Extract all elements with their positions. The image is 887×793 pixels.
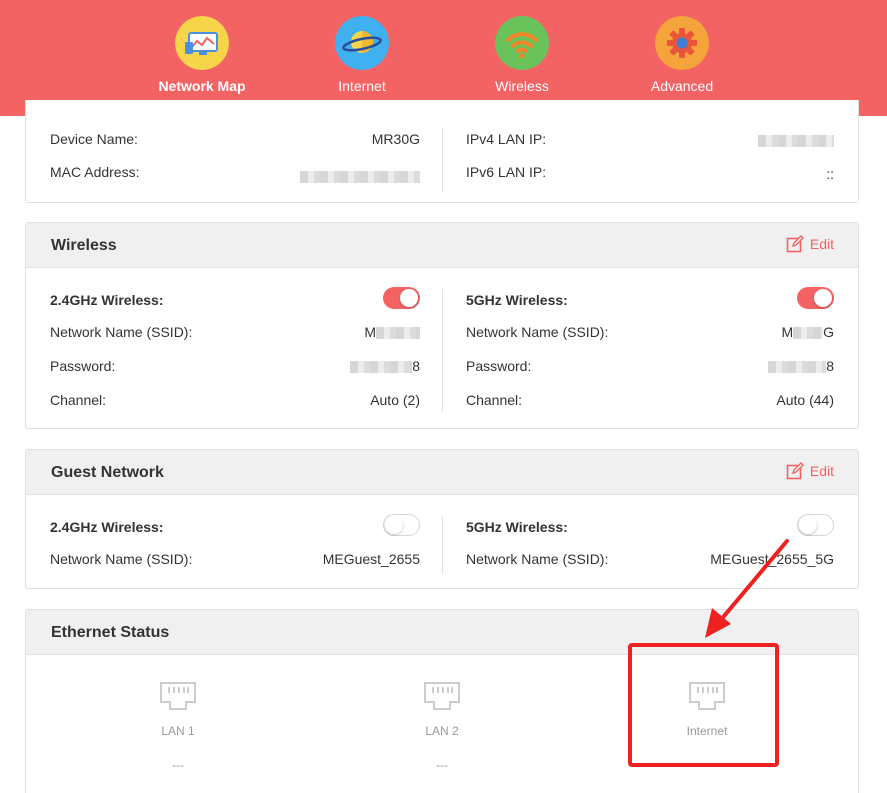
nav-label-advanced: Advanced xyxy=(650,78,714,94)
wireless-5-password-label: Password: xyxy=(466,358,532,374)
nav-tab-advanced[interactable]: Advanced xyxy=(622,16,742,94)
guest-5-ssid-value: MEGuest_2655_5G xyxy=(710,551,834,567)
wireless-edit-button[interactable]: Edit xyxy=(786,235,834,253)
ipv4-label: IPv4 LAN IP: xyxy=(466,131,547,147)
guest-5-toggle[interactable] xyxy=(797,514,834,536)
nav-label-internet: Internet xyxy=(338,78,386,94)
ethernet-port-status: --- xyxy=(436,758,448,772)
wireless-5-row: 5GHz Wireless: xyxy=(466,287,834,310)
wireless-5-channel-value: Auto (44) xyxy=(776,392,834,408)
nav-label-network-map: Network Map xyxy=(158,78,246,94)
nav-tab-network-map[interactable]: Network Map xyxy=(142,16,262,94)
guest-24-ssid-row: Network Name (SSID): MEGuest_2655 xyxy=(50,549,420,569)
wireless-5-password-row: Password: 8 xyxy=(466,356,834,376)
mac-address-label: MAC Address: xyxy=(50,164,140,180)
ethernet-port-status: --- xyxy=(172,758,184,772)
wireless-24-label: 2.4GHz Wireless: xyxy=(50,292,164,308)
wireless-5-password-value: 8 xyxy=(768,358,834,374)
wireless-5-ssid-value: MG xyxy=(781,324,834,340)
wireless-24-toggle[interactable] xyxy=(383,287,420,309)
wireless-24-channel-label: Channel: xyxy=(50,392,107,408)
guest-5-ssid-label: Network Name (SSID): xyxy=(466,551,609,567)
wireless-edit-label: Edit xyxy=(809,236,834,252)
device-name-label: Device Name: xyxy=(50,131,138,147)
wireless-5-channel-label: Channel: xyxy=(466,392,523,408)
nav-tab-internet[interactable]: Internet xyxy=(302,16,422,94)
wireless-24-row: 2.4GHz Wireless: xyxy=(50,287,420,310)
column-divider xyxy=(442,128,443,192)
annotation-highlight-box xyxy=(628,643,779,767)
column-divider xyxy=(442,516,443,574)
wireless-panel: Wireless Edit 2.4GHz Wireless: Network N… xyxy=(25,222,859,429)
ethernet-port-name: LAN 1 xyxy=(161,724,195,738)
ethernet-status-panel-title: Ethernet Status xyxy=(51,624,170,641)
wireless-24-ssid-label: Network Name (SSID): xyxy=(50,324,193,340)
guest-network-edit-button[interactable]: Edit xyxy=(786,462,834,480)
device-info-panel: Device Name: MR30G MAC Address: IPv4 LAN… xyxy=(25,100,859,203)
top-navigation-bar: Network Map Internet Wireless Advanced xyxy=(0,0,887,116)
edit-icon xyxy=(786,235,804,253)
ipv6-row: IPv6 LAN IP: :: xyxy=(466,162,834,182)
guest-24-toggle[interactable] xyxy=(383,514,420,536)
guest-network-panel: Guest Network Edit 2.4GHz Wireless: Netw… xyxy=(25,449,859,589)
column-divider xyxy=(442,289,443,412)
wireless-5-toggle[interactable] xyxy=(797,287,834,309)
ipv4-value-masked xyxy=(758,132,834,148)
guest-24-ssid-value: MEGuest_2655 xyxy=(322,551,420,567)
nav-label-wireless: Wireless xyxy=(495,78,549,94)
wireless-24-ssid-value: M xyxy=(364,324,420,340)
wireless-5-channel-row: Channel: Auto (44) xyxy=(466,390,834,410)
wireless-24-password-label: Password: xyxy=(50,358,116,374)
ethernet-port-icon xyxy=(424,682,460,710)
guest-network-panel-title: Guest Network xyxy=(51,464,164,481)
wireless-panel-header: Wireless Edit xyxy=(26,223,858,268)
wireless-24-ssid-row: Network Name (SSID): M xyxy=(50,322,420,342)
wireless-5-label: 5GHz Wireless: xyxy=(466,292,568,308)
device-name-value: MR30G xyxy=(371,131,420,147)
mac-address-row: MAC Address: xyxy=(50,162,420,184)
internet-planet-icon xyxy=(335,16,389,70)
wireless-24-channel-value: Auto (2) xyxy=(370,392,420,408)
mac-address-value-masked xyxy=(300,168,420,184)
wireless-24-channel-row: Channel: Auto (2) xyxy=(50,390,420,410)
wireless-panel-title: Wireless xyxy=(51,237,117,254)
guest-24-row: 2.4GHz Wireless: xyxy=(50,514,420,537)
guest-24-ssid-label: Network Name (SSID): xyxy=(50,551,193,567)
wifi-icon xyxy=(495,16,549,70)
edit-icon xyxy=(786,462,804,480)
ipv6-label: IPv6 LAN IP: xyxy=(466,164,547,180)
nav-tab-wireless[interactable]: Wireless xyxy=(462,16,582,94)
guest-5-label: 5GHz Wireless: xyxy=(466,519,568,535)
device-name-row: Device Name: MR30G xyxy=(50,129,420,149)
ethernet-port-icon xyxy=(160,682,196,710)
guest-5-row: 5GHz Wireless: xyxy=(466,514,834,537)
guest-5-ssid-row: Network Name (SSID): MEGuest_2655_5G xyxy=(466,549,834,569)
guest-24-label: 2.4GHz Wireless: xyxy=(50,519,164,535)
guest-network-edit-label: Edit xyxy=(809,463,834,479)
ipv6-value: :: xyxy=(826,166,834,182)
wireless-24-password-row: Password: 8 xyxy=(50,356,420,376)
network-map-icon xyxy=(175,16,229,70)
ethernet-port-name: LAN 2 xyxy=(425,724,459,738)
ipv4-row: IPv4 LAN IP: xyxy=(466,129,834,149)
gear-icon xyxy=(655,16,709,70)
wireless-5-ssid-label: Network Name (SSID): xyxy=(466,324,609,340)
wireless-5-ssid-row: Network Name (SSID): MG xyxy=(466,322,834,342)
guest-network-panel-header: Guest Network Edit xyxy=(26,450,858,495)
ethernet-port-lan1: LAN 1 --- xyxy=(128,682,228,772)
ethernet-port-lan2: LAN 2 --- xyxy=(392,682,492,772)
wireless-24-password-value: 8 xyxy=(350,358,420,374)
